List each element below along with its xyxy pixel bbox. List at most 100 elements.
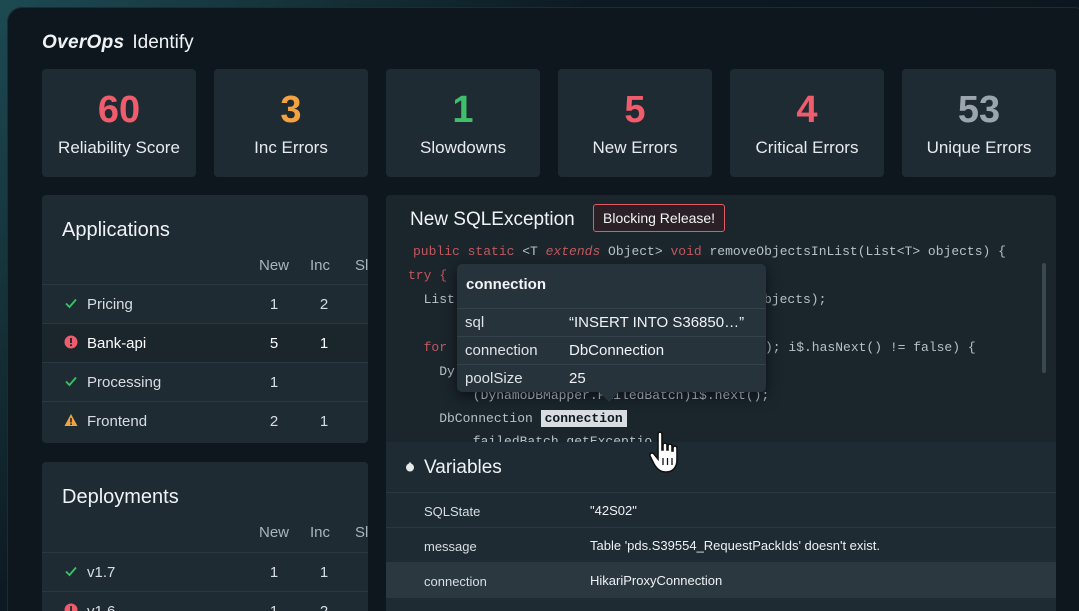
exception-title: New SQLException (410, 209, 575, 230)
tooltip-value: “INSERT INTO S36850…” (569, 314, 745, 331)
variables-panel: Variables SQLState "42S02" message Table… (386, 442, 1056, 611)
inc-count: 2 (319, 296, 329, 313)
application-name: Processing (87, 374, 162, 391)
variable-tooltip: connection sql “INSERT INTO S36850…” con… (457, 264, 766, 402)
highlighted-variable[interactable]: connection (540, 410, 627, 427)
stat-value: 5 (624, 89, 646, 131)
application-row-pricing[interactable]: Pricing 1 2 (42, 284, 368, 323)
inc-count: 1 (319, 564, 329, 581)
applications-panel: Applications New Inc Slow Pricing 1 2 Ba… (42, 195, 368, 443)
stat-slowdowns[interactable]: 1 Slowdowns (386, 69, 540, 177)
variable-name: message (424, 539, 477, 554)
variable-row-message[interactable]: message Table 'pds.S39554_RequestPackIds… (386, 527, 1056, 562)
code-line: try { (408, 268, 448, 283)
variable-value: Table 'pds.S39554_RequestPackIds' doesn'… (590, 538, 881, 553)
stat-label: Unique Errors (926, 138, 1032, 157)
brand-name: OverOps (42, 32, 125, 53)
app-logo: OverOps Identify (42, 32, 194, 54)
slow-count: 5 (359, 335, 368, 352)
tooltip-key: connection (465, 342, 538, 359)
stat-label: Reliability Score (58, 138, 180, 157)
new-count: 1 (269, 564, 279, 581)
application-row-processing[interactable]: Processing 1 1 (42, 362, 368, 401)
tooltip-value: 25 (569, 370, 586, 387)
stat-reliability-score[interactable]: 60 Reliability Score (42, 69, 196, 177)
column-header-new[interactable]: New (259, 524, 289, 541)
deployment-row-v1-6[interactable]: v1.6 1 2 3 (42, 591, 368, 611)
stats-bar: 60 Reliability Score 3 Inc Errors 1 Slow… (42, 69, 1057, 177)
variable-value: "42S02" (590, 503, 637, 518)
stat-label: New Errors (592, 138, 678, 157)
product-name: Identify (132, 32, 194, 53)
code-line: ); i$.hasNext() != false) { (765, 340, 976, 355)
check-icon (65, 376, 77, 387)
deployment-name: v1.6 (87, 603, 115, 611)
stat-label: Slowdowns (420, 138, 506, 157)
error-icon (64, 603, 78, 611)
deployments-panel: Deployments New Inc Slow v1.7 1 1 v1.6 1… (42, 462, 368, 611)
column-header-new[interactable]: New (259, 257, 289, 274)
inc-count: 1 (319, 413, 329, 430)
column-header-inc[interactable]: Inc (310, 257, 330, 274)
column-header-inc[interactable]: Inc (310, 524, 330, 541)
stat-value: 53 (957, 89, 1001, 131)
stat-new-errors[interactable]: 5 New Errors (558, 69, 712, 177)
stat-inc-errors[interactable]: 3 Inc Errors (214, 69, 368, 177)
tooltip-title: connection (466, 276, 547, 293)
variables-title: Variables (424, 457, 502, 478)
code-line: public static <T extends Object> void re… (413, 244, 1006, 259)
deployment-row-v1-7[interactable]: v1.7 1 1 (42, 552, 368, 591)
slow-count: 3 (359, 603, 368, 611)
stat-label: Inc Errors (254, 138, 328, 157)
tooltip-key: poolSize (465, 370, 523, 387)
variable-name: connection (424, 574, 487, 589)
column-header-slow[interactable]: Slow (355, 524, 368, 541)
tooltip-key: sql (465, 314, 485, 331)
variable-row-connection[interactable]: connection HikariProxyConnection (386, 562, 1056, 597)
new-count: 1 (269, 374, 279, 391)
application-name: Pricing (87, 296, 133, 313)
application-name: Frontend (87, 413, 148, 430)
slow-count: 2 (359, 413, 368, 430)
application-row-frontend[interactable]: Frontend 2 1 2 (42, 401, 368, 440)
error-icon (64, 335, 78, 349)
new-count: 2 (269, 413, 279, 430)
code-line: Dy (408, 364, 455, 379)
application-row-bank-api[interactable]: Bank-api 5 1 5 (42, 323, 368, 362)
code-line: List (408, 292, 455, 307)
variable-row-sqlstate[interactable]: SQLState "42S02" (386, 492, 1056, 527)
stat-value: 1 (452, 89, 474, 131)
code-line: for (408, 340, 448, 355)
check-icon (65, 298, 77, 309)
applications-title: Applications (62, 219, 170, 241)
inc-count: 2 (309, 603, 339, 611)
hand-pointer-icon (648, 431, 678, 473)
stat-value: 60 (97, 89, 141, 131)
blocking-release-badge[interactable]: Blocking Release! (593, 204, 726, 232)
slow-count: 1 (359, 374, 368, 391)
new-count: 1 (269, 296, 279, 313)
tooltip-row-sql: sql “INSERT INTO S36850…” (457, 308, 766, 336)
inc-count: 1 (319, 335, 329, 352)
deployment-name: v1.7 (87, 564, 116, 581)
tooltip-row-connection: connection DbConnection (457, 336, 766, 364)
warning-icon (64, 414, 78, 426)
variable-row-more[interactable] (386, 597, 1056, 611)
code-line: bjects); (764, 292, 827, 307)
stat-value: 3 (280, 89, 302, 131)
stat-critical-errors[interactable]: 4 Critical Errors (730, 69, 884, 177)
new-count: 5 (269, 335, 279, 352)
check-icon (65, 566, 77, 577)
code-scrollbar[interactable] (1042, 263, 1046, 373)
variable-value: HikariProxyConnection (590, 573, 723, 588)
new-count: 1 (259, 603, 289, 611)
column-header-slow[interactable]: Slow (355, 257, 368, 274)
tooltip-value: DbConnection (569, 342, 665, 359)
stat-unique-errors[interactable]: 53 Unique Errors (902, 69, 1056, 177)
expand-toggle-icon[interactable] (405, 462, 415, 472)
stat-value: 4 (796, 89, 818, 131)
application-name: Bank-api (87, 335, 147, 352)
variable-name: SQLState (424, 504, 481, 519)
stat-label: Critical Errors (755, 138, 859, 157)
deployments-title: Deployments (62, 486, 179, 508)
